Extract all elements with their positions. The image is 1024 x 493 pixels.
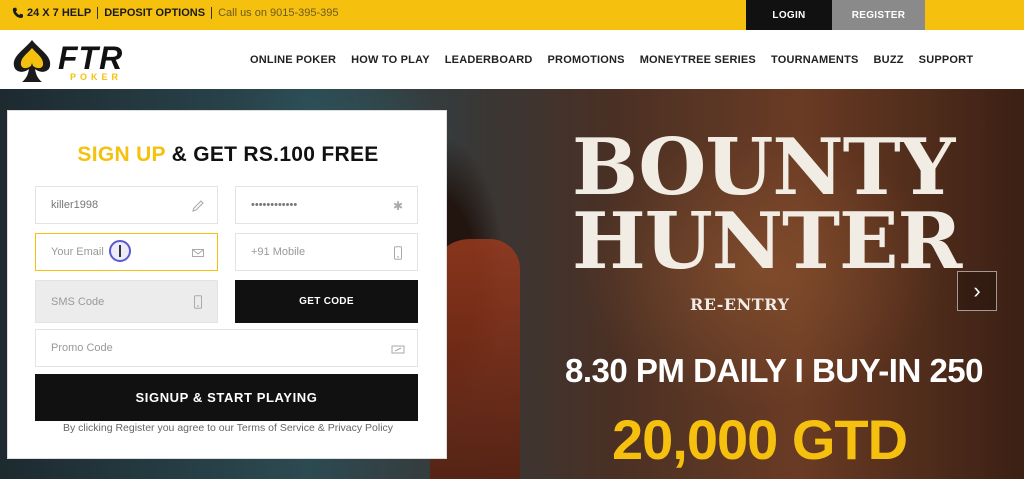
logo-subtext: POKER	[70, 72, 123, 82]
get-code-button[interactable]: GET CODE	[235, 280, 418, 323]
help-strip: 24 X 7 HELP DEPOSIT OPTIONS Call us on 9…	[12, 7, 339, 19]
promo-code-field[interactable]: Promo Code	[35, 329, 418, 367]
ftr-poker-logo[interactable]: FTR POKER	[10, 36, 130, 84]
promo-code-placeholder: Promo Code	[51, 342, 113, 354]
text-cursor-icon	[109, 240, 131, 262]
banner-title-line1: BOUNTY	[572, 122, 955, 213]
terms-text: By clicking Register you agree to our Te…	[62, 422, 394, 434]
password-field[interactable]: •••••••••••• ✱	[235, 186, 418, 224]
asterisk-icon: ✱	[392, 199, 404, 213]
email-placeholder: Your Email	[51, 246, 104, 258]
top-bar: 24 X 7 HELP DEPOSIT OPTIONS Call us on 9…	[0, 0, 1024, 30]
mobile-field[interactable]: +91 Mobile	[235, 233, 418, 271]
nav-leaderboard[interactable]: LEADERBOARD	[445, 54, 533, 66]
signup-title-highlight: SIGN UP	[77, 143, 166, 166]
chevron-right-icon: ›	[973, 278, 981, 303]
signup-start-playing-button[interactable]: SIGNUP & START PLAYING	[35, 374, 418, 421]
mobile-placeholder: +91 Mobile	[251, 246, 306, 258]
spade-icon	[13, 40, 51, 82]
sms-code-field[interactable]: SMS Code	[35, 280, 218, 323]
signup-card: SIGN UP & GET RS.100 FREE killer1998 •••…	[7, 110, 447, 459]
mobile-phone-icon	[194, 295, 202, 309]
divider	[211, 7, 213, 19]
mobile-phone-icon	[394, 246, 402, 260]
nav-buzz[interactable]: BUZZ	[874, 54, 904, 66]
pencil-icon	[192, 200, 204, 212]
banner-subtitle: RE-ENTRY	[690, 295, 790, 314]
sms-code-placeholder: SMS Code	[51, 295, 105, 308]
phone-icon	[12, 7, 23, 18]
help-label[interactable]: 24 X 7 HELP	[27, 7, 91, 19]
signup-title: SIGN UP & GET RS.100 FREE	[8, 143, 448, 167]
username-field[interactable]: killer1998	[35, 186, 218, 224]
banner-schedule: 8.30 PM DAILY I BUY-IN 250	[565, 352, 984, 389]
email-field[interactable]: Your Email	[35, 233, 218, 271]
main-header: FTR POKER ONLINE POKER HOW TO PLAY LEADE…	[0, 30, 1024, 89]
banner-guarantee: 20,000 GTD	[612, 408, 908, 471]
username-value: killer1998	[51, 199, 99, 211]
page-bottom	[0, 479, 1024, 493]
divider	[97, 7, 99, 19]
main-nav: ONLINE POKER HOW TO PLAY LEADERBOARD PRO…	[250, 54, 988, 66]
banner-title-line2: HUNTER	[572, 196, 962, 287]
nav-tournaments[interactable]: TOURNAMENTS	[771, 54, 859, 66]
nav-how-to-play[interactable]: HOW TO PLAY	[351, 54, 430, 66]
envelope-icon	[192, 249, 204, 257]
login-button[interactable]: LOGIN	[746, 0, 832, 30]
deposit-options-link[interactable]: DEPOSIT OPTIONS	[104, 7, 205, 19]
nav-support[interactable]: SUPPORT	[919, 54, 974, 66]
call-us-text: Call us on 9015-395-395	[218, 7, 339, 19]
carousel-next-button[interactable]: ›	[957, 271, 997, 311]
signup-title-rest: & GET RS.100 FREE	[165, 143, 379, 166]
banner-title: BOUNTY HUNTER	[572, 122, 962, 287]
nav-promotions[interactable]: PROMOTIONS	[548, 54, 625, 66]
nav-moneytree-series[interactable]: MONEYTREE SERIES	[640, 54, 756, 66]
ticket-icon	[391, 345, 405, 354]
register-button[interactable]: REGISTER	[832, 0, 925, 30]
password-value: ••••••••••••	[251, 199, 298, 211]
nav-online-poker[interactable]: ONLINE POKER	[250, 54, 336, 66]
